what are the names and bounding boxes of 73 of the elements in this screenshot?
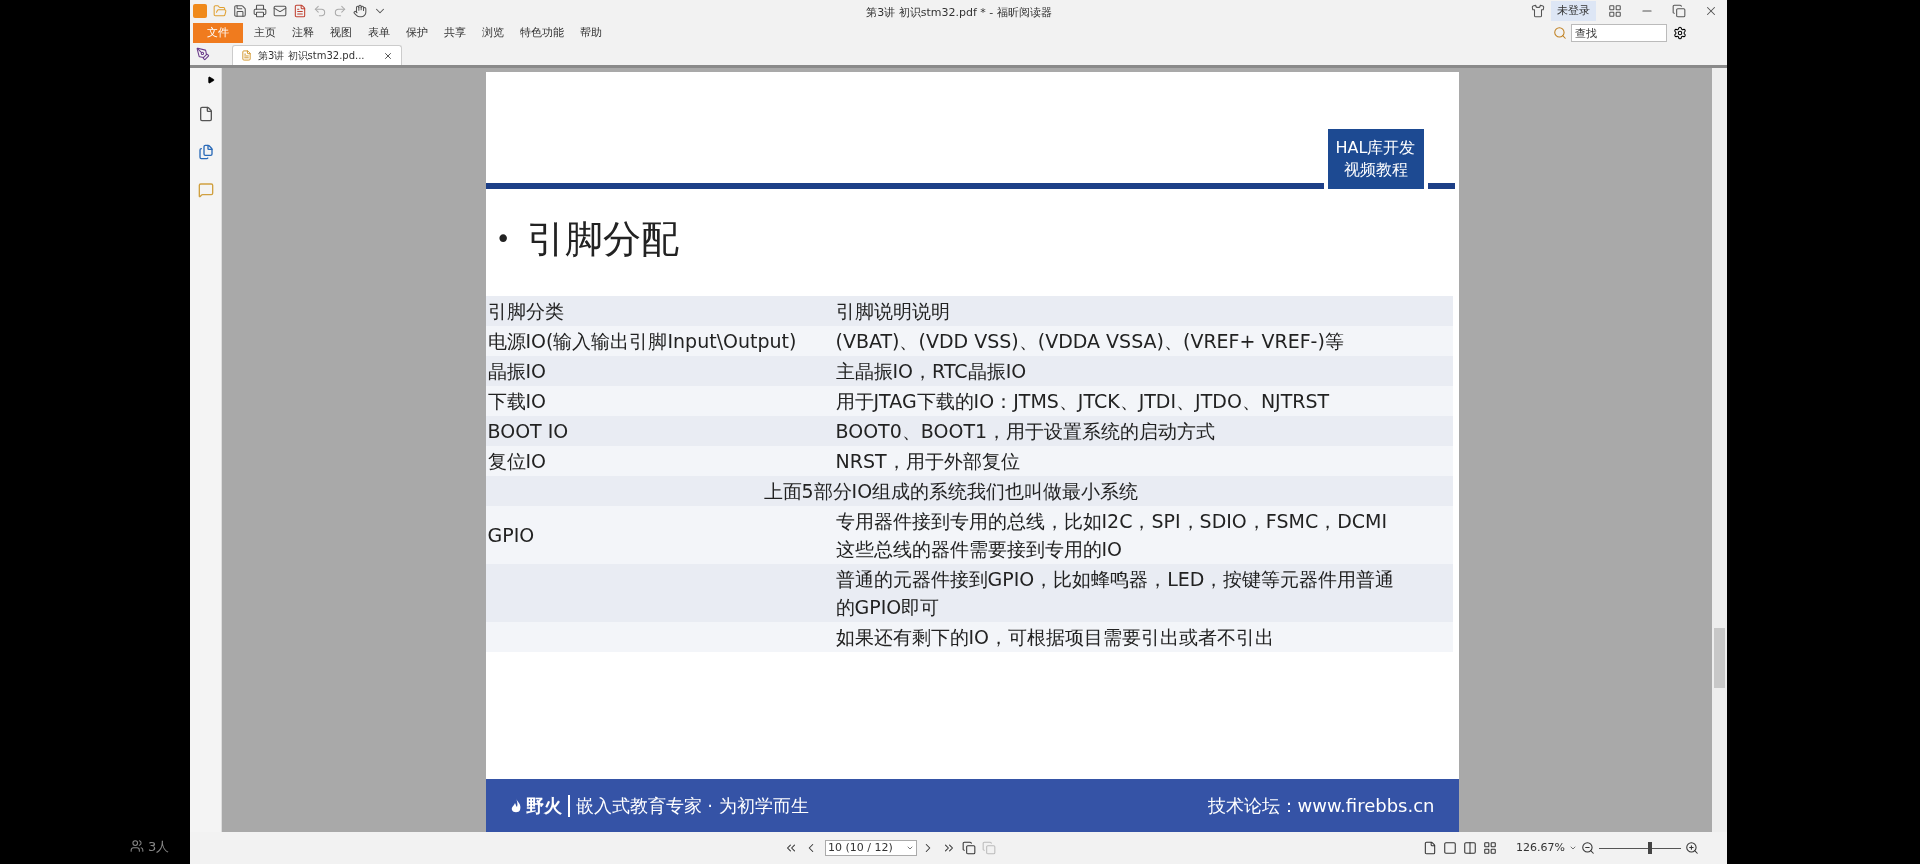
course-badge: HAL库开发 视频教程 — [1327, 129, 1424, 189]
table-cell: 复位IO — [487, 450, 547, 472]
save-icon[interactable] — [233, 4, 247, 18]
search-field[interactable]: 查找 — [1571, 24, 1667, 42]
document-icon[interactable] — [293, 4, 307, 18]
restore-icon[interactable] — [1672, 4, 1686, 18]
menu-item[interactable]: 帮助 — [572, 24, 610, 42]
caret-icon — [906, 844, 914, 852]
table-cell: 引脚分类 — [487, 300, 564, 322]
table-cell: 电源IO(输入输出引脚Input\Output) — [487, 330, 797, 352]
login-button[interactable]: 未登录 — [1551, 1, 1596, 21]
table-cell: 上面5部分IO组成的系统我们也叫做最小系统 — [763, 480, 1139, 502]
menu-item[interactable]: 浏览 — [474, 24, 512, 42]
zoom-slider[interactable] — [1599, 842, 1681, 854]
table-cell: (VBAT)、(VDD VSS)、(VDDA VSSA)、(VREF+ VREF-)等 — [835, 330, 1344, 352]
zoom-in-icon[interactable] — [1685, 841, 1699, 855]
zoom-out-icon[interactable] — [1581, 841, 1595, 855]
brand-name: 野火 — [525, 794, 562, 818]
table-cell: 用于JTAG下载的IO：JTMS、JTCK、JTDI、JTDO、NJTRST — [835, 390, 1330, 412]
document-tab[interactable]: 第3讲 初识stm32.pd... — [232, 45, 402, 65]
printer-icon[interactable] — [253, 4, 267, 18]
menu-item[interactable]: 注释 — [284, 24, 322, 42]
menu-item[interactable]: 视图 — [322, 24, 360, 42]
menu-item[interactable]: 主页 — [246, 24, 284, 42]
continuous-page-icon[interactable] — [1443, 841, 1458, 855]
table-cell: 专用器件接到专用的总线，比如I2C，SPI，SDIO，FSMC，DCMI这些总线的器件需要接到专用的IO — [835, 510, 1388, 560]
slider-thumb[interactable] — [1647, 842, 1652, 854]
menu-item[interactable]: 保护 — [398, 24, 436, 42]
shirt-icon[interactable] — [1531, 4, 1545, 18]
zoom-level[interactable]: 126.67% — [1516, 839, 1565, 857]
menu-item[interactable]: 共享 — [436, 24, 474, 42]
first-page-icon[interactable] — [784, 841, 798, 855]
last-page-icon[interactable] — [942, 841, 956, 855]
page-icon[interactable] — [197, 106, 214, 122]
search-icon[interactable] — [1553, 26, 1567, 40]
two-page-icon[interactable] — [1463, 841, 1478, 855]
bullet: • — [495, 223, 511, 256]
table-cell: 晶振IO — [487, 360, 547, 382]
copy-icon[interactable] — [962, 841, 976, 855]
table-cell: 如果还有剩下的IO，可根据项目需要引出或者不引出 — [835, 626, 1275, 648]
table-cell: NRST，用于外部复位 — [835, 450, 1020, 472]
page-number-field[interactable]: 10 (10 / 12) — [825, 840, 917, 856]
expand-icon[interactable] — [206, 76, 215, 84]
settings-icon[interactable] — [1673, 26, 1687, 40]
table-cell: GPIO — [487, 524, 535, 546]
grid-icon[interactable] — [1608, 4, 1622, 18]
table-cell: 下载IO — [487, 390, 547, 412]
pdf-icon — [241, 50, 252, 61]
table-cell: BOOT0、BOOT1，用于设置系统的启动方式 — [835, 420, 1216, 442]
forum-link[interactable]: 技术论坛：www.firebbs.cn — [1207, 792, 1435, 819]
flame-icon — [509, 797, 522, 814]
viewer-count: 3人 — [148, 837, 170, 856]
window-title: 第3讲 初识stm32.pdf * - 福昕阅读器 — [866, 6, 1052, 19]
pages-icon[interactable] — [197, 144, 214, 160]
table-cell: 主晶振IO，RTC晶振IO — [835, 360, 1027, 382]
app-logo-icon — [193, 4, 207, 18]
mail-icon[interactable] — [273, 4, 287, 18]
single-page-icon[interactable] — [1423, 841, 1438, 855]
pen-icon[interactable] — [196, 47, 210, 61]
close-tab-icon[interactable] — [382, 50, 393, 61]
facing-page-icon[interactable] — [1483, 841, 1498, 855]
table-cell: 普通的元器件接到GPIO，比如蜂鸣器，LED，按键等元器件用普通的GPIO即可 — [835, 568, 1395, 618]
tagline: 嵌入式教育专家 · 为初学而生 — [575, 794, 809, 818]
close-icon[interactable] — [1704, 4, 1718, 18]
table-cell: 引脚说明说明 — [835, 300, 950, 322]
slide-title: 引脚分配 — [526, 216, 679, 263]
people-icon — [130, 839, 144, 854]
caret-icon[interactable] — [1569, 844, 1577, 852]
hand-icon[interactable] — [353, 4, 367, 18]
vertical-scrollbar[interactable] — [1712, 68, 1727, 832]
menu-item[interactable]: 特色功能 — [512, 24, 572, 42]
menu-item[interactable]: 表单 — [360, 24, 398, 42]
table-cell: BOOT IO — [487, 420, 569, 442]
